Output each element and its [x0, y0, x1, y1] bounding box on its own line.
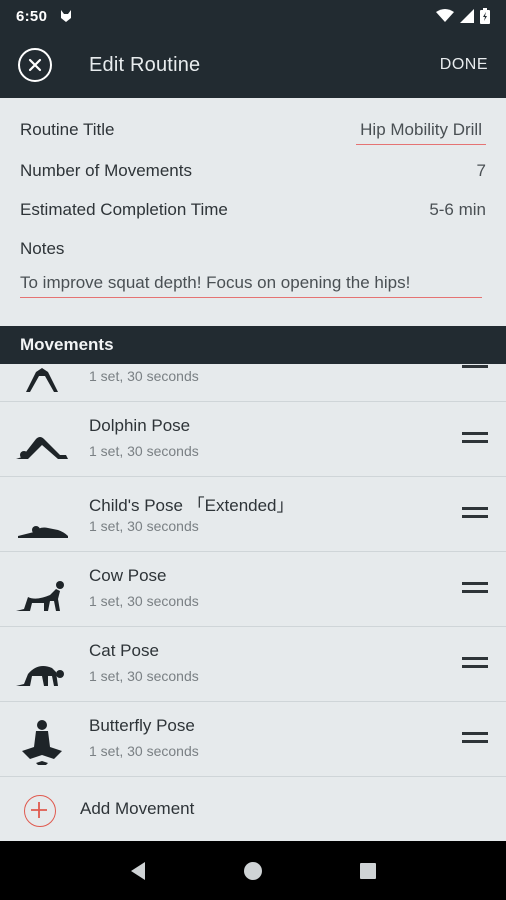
drag-handle-icon[interactable] — [462, 732, 488, 744]
battery-icon — [480, 8, 490, 24]
notes-label: Notes — [20, 239, 65, 258]
movement-detail: 1 set, 30 seconds — [89, 368, 199, 384]
movement-detail: 1 set, 30 seconds — [89, 443, 199, 459]
movement-detail: 1 set, 30 seconds — [89, 668, 199, 684]
drag-handle-icon[interactable] — [462, 582, 488, 594]
drag-handle-icon[interactable] — [462, 432, 488, 444]
movements-count-row: Number of Movements 7 — [20, 161, 486, 181]
completion-time-row: Estimated Completion Time 5-6 min — [20, 200, 486, 220]
list-item[interactable]: Butterfly Pose 1 set, 30 seconds — [0, 702, 506, 777]
list-item[interactable]: Dolphin Pose 1 set, 30 seconds — [0, 402, 506, 477]
app-bar: Edit Routine DONE — [0, 32, 506, 98]
movements-count-label: Number of Movements — [20, 161, 192, 180]
movement-name: Child's Pose 「Extended」 — [89, 496, 294, 515]
movement-list[interactable]: 1 set, 30 seconds Dolphin Pose 1 set, 30… — [0, 364, 506, 841]
routine-title-label: Routine Title — [20, 120, 115, 139]
status-indicators — [436, 8, 490, 24]
signal-icon — [460, 9, 474, 23]
routine-title-field[interactable]: Hip Mobility Drill — [356, 120, 486, 145]
movements-section-header: Movements — [0, 326, 506, 364]
home-circle-icon — [243, 861, 262, 880]
recents-square-icon — [360, 862, 377, 879]
completion-time-value: 5-6 min — [429, 200, 486, 219]
butterfly-pose-icon — [22, 720, 62, 765]
status-bar: 6:50 — [0, 0, 506, 32]
list-item[interactable]: Cat Pose 1 set, 30 seconds — [0, 627, 506, 702]
home-button[interactable] — [233, 851, 273, 891]
cat-pose-icon — [16, 666, 64, 686]
movement-name: Cat Pose — [89, 641, 159, 660]
close-button[interactable] — [18, 48, 52, 82]
list-item[interactable]: Child's Pose 「Extended」 1 set, 30 second… — [0, 477, 506, 552]
back-button[interactable] — [118, 851, 158, 891]
routine-title-row: Routine Title Hip Mobility Drill — [20, 120, 486, 145]
movement-name: Butterfly Pose — [89, 716, 195, 735]
completion-time-label: Estimated Completion Time — [20, 200, 228, 219]
dolphin-pose-icon — [16, 437, 68, 459]
movement-detail: 1 set, 30 seconds — [89, 518, 199, 534]
routine-details: Routine Title Hip Mobility Drill Number … — [0, 98, 506, 326]
list-item[interactable]: Cow Pose 1 set, 30 seconds — [0, 552, 506, 627]
close-icon — [28, 58, 42, 72]
recents-button[interactable] — [348, 851, 388, 891]
done-button[interactable]: DONE — [440, 56, 488, 74]
movement-detail: 1 set, 30 seconds — [89, 593, 199, 609]
cow-pose-icon — [16, 581, 64, 611]
notes-field[interactable]: To improve squat depth! Focus on opening… — [20, 273, 482, 298]
add-movement-label: Add Movement — [80, 799, 195, 818]
page-title: Edit Routine — [89, 53, 201, 76]
drag-handle-icon[interactable] — [462, 657, 488, 669]
standing-pose-icon — [26, 368, 58, 392]
list-item[interactable]: 1 set, 30 seconds — [0, 364, 506, 402]
back-triangle-icon — [130, 861, 145, 880]
status-time: 6:50 — [16, 7, 48, 25]
drag-handle-icon[interactable] — [462, 507, 488, 519]
movement-name: Cow Pose — [89, 566, 167, 585]
wifi-icon — [436, 9, 454, 22]
drag-handle-icon[interactable] — [462, 364, 488, 369]
add-circle-icon — [24, 795, 56, 827]
childs-pose-icon — [18, 526, 68, 538]
notes-row: Notes — [20, 239, 486, 259]
system-nav-bar — [0, 841, 506, 900]
app-notification-icon — [61, 10, 72, 22]
movements-count-value: 7 — [476, 161, 486, 180]
movement-name: Dolphin Pose — [89, 416, 191, 435]
movement-detail: 1 set, 30 seconds — [89, 743, 199, 759]
add-movement-button[interactable]: Add Movement — [0, 782, 506, 841]
